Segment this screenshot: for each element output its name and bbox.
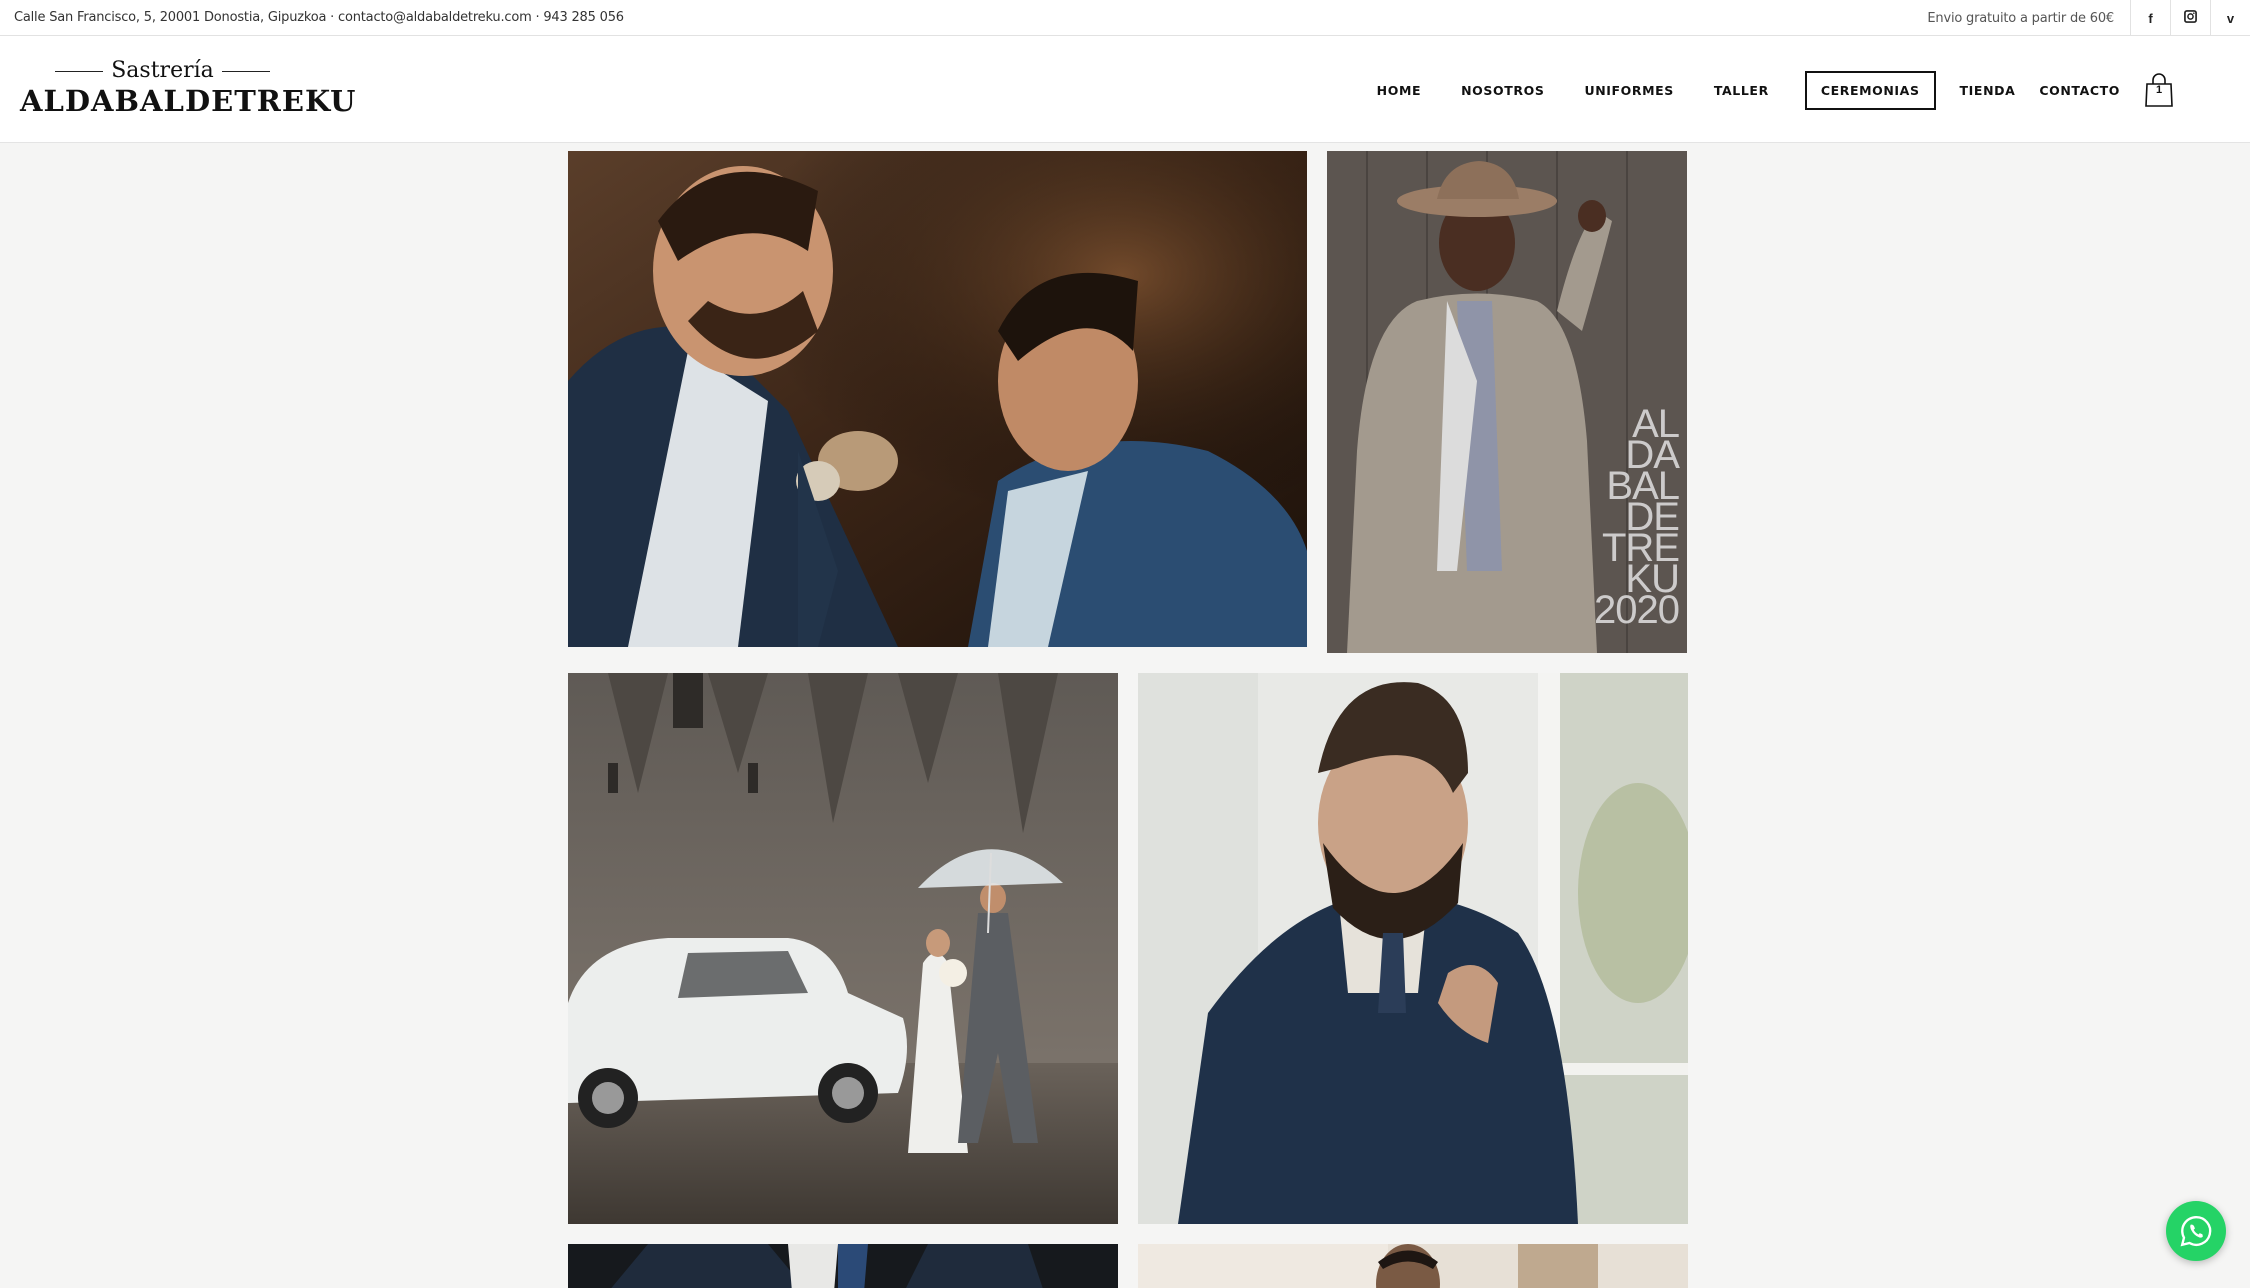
nav-home[interactable]: HOME	[1377, 83, 1421, 98]
logo-tagline-row: Sastrería	[20, 58, 305, 83]
watermark-line: 2020	[1594, 588, 1680, 632]
gallery-photo-row3-right[interactable]	[1138, 1244, 1688, 1288]
logo-rule-right	[221, 70, 270, 72]
vimeo-icon: v	[2226, 10, 2235, 26]
photo-row3-left-image	[568, 1244, 1118, 1288]
collection-watermark: AL DA BAL DE TRE KU 2020	[1594, 404, 1680, 632]
whatsapp-chat-button[interactable]	[2166, 1201, 2226, 1261]
logo-wordmark: ALDABALDETREKU	[20, 84, 357, 118]
facebook-icon: f	[2148, 10, 2153, 26]
gallery-photo-wedding-car[interactable]	[568, 673, 1118, 1224]
site-logo[interactable]: Sastrería ALDABALDETREKU	[20, 58, 357, 126]
gallery-photo-window-portrait[interactable]	[1138, 673, 1688, 1224]
whatsapp-icon	[2180, 1216, 2212, 1247]
logo-rule-left	[55, 70, 104, 72]
nav-ceremonias[interactable]: CEREMONIAS	[1804, 70, 1936, 110]
instagram-link[interactable]	[2170, 0, 2210, 36]
gallery-photo-boutonniere[interactable]	[568, 151, 1307, 647]
photo-window-portrait-image	[1138, 673, 1688, 1224]
nav-contacto[interactable]: CONTACTO	[2039, 83, 2120, 98]
shipping-notice: Envio gratuito a partir de 60€	[1927, 10, 2114, 26]
nav-nosotros[interactable]: NOSOTROS	[1461, 83, 1544, 98]
photo-row3-right-image	[1138, 1244, 1688, 1288]
nav-tienda[interactable]: TIENDA	[1960, 83, 2016, 98]
site-header: Sastrería ALDABALDETREKU HOME NOSOTROS U…	[0, 36, 2250, 143]
nav-taller[interactable]: TALLER	[1714, 83, 1769, 98]
gallery-photo-hat-suit[interactable]: AL DA BAL DE TRE KU 2020	[1327, 151, 1687, 653]
top-bar: Calle San Francisco, 5, 20001 Donostia, …	[0, 0, 2250, 36]
instagram-icon	[2184, 10, 2197, 26]
logo-tagline: Sastrería	[111, 58, 214, 83]
photo-boutonniere-image	[568, 151, 1307, 647]
cart-count: 1	[2155, 84, 2163, 96]
facebook-link[interactable]: f	[2130, 0, 2170, 36]
vimeo-link[interactable]: v	[2210, 0, 2250, 36]
topbar-right: Envio gratuito a partir de 60€ f v	[1927, 0, 2250, 36]
photo-wedding-car-image	[568, 673, 1118, 1224]
nav-uniformes[interactable]: UNIFORMES	[1584, 83, 1673, 98]
main-nav: HOME NOSOTROS UNIFORMES TALLER CEREMONIA…	[1337, 70, 2120, 110]
contact-info: Calle San Francisco, 5, 20001 Donostia, …	[14, 10, 624, 25]
gallery-photo-row3-left[interactable]	[568, 1244, 1118, 1288]
cart-button[interactable]: 1	[2144, 72, 2174, 108]
